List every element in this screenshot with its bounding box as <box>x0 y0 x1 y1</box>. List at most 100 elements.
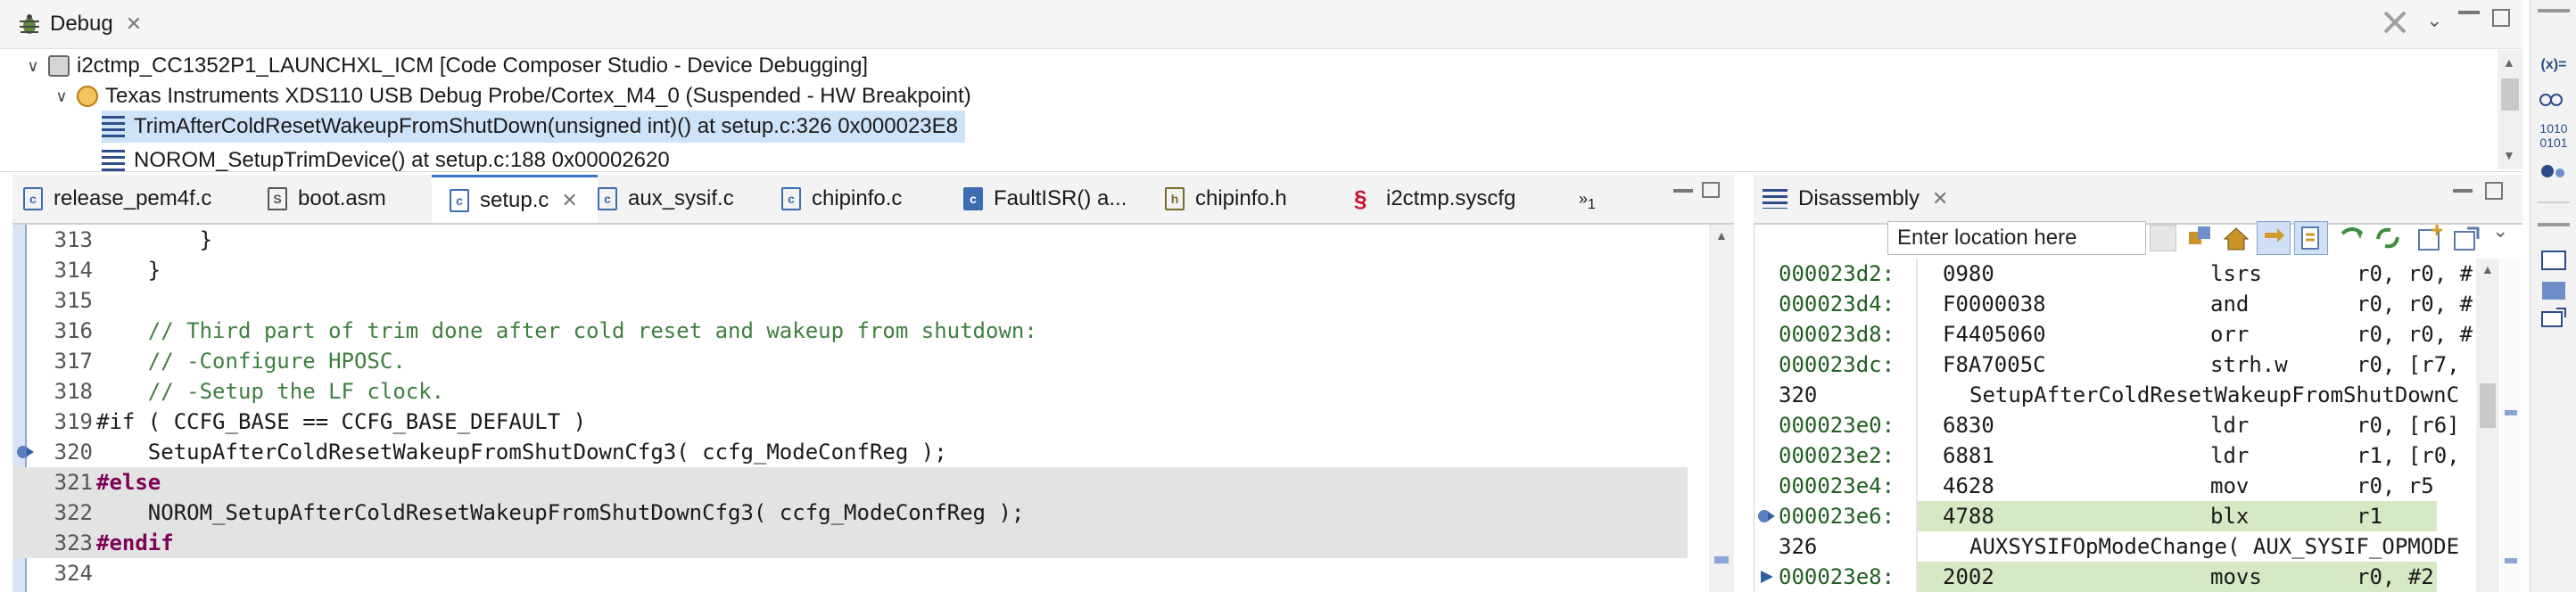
code-line[interactable]: 320 SetupAfterColdResetWakeupFromShutDow… <box>12 437 1688 467</box>
tab-label: release_pem4f.c <box>54 186 212 210</box>
tab-setup-c[interactable]: c setup.c ✕ <box>432 175 598 223</box>
sync-icon[interactable] <box>2257 221 2291 255</box>
chevron-double-right-icon: » <box>1579 189 1589 208</box>
breakpoint-icon[interactable] <box>1755 505 1779 528</box>
variables-view-button[interactable]: (x)= <box>2538 57 2570 73</box>
source-line[interactable]: 326 AUXSYSIFOpModeChange( AUX_SYSIF_OPMOD… <box>1779 531 2474 562</box>
terminate-remove-icon[interactable] <box>2380 7 2410 37</box>
more-tabs-button[interactable]: » 1 <box>1579 175 1596 223</box>
close-icon[interactable]: ✕ <box>561 189 577 212</box>
restore-icon[interactable] <box>1702 182 1720 198</box>
disassembly-line[interactable]: 000023e4: 4628 mov r0, r5 <box>1779 471 2474 501</box>
address: 000023d8: <box>1779 322 1895 347</box>
chevron-up-icon[interactable]: ▲ <box>1715 228 1728 243</box>
registers-view-button[interactable]: 1010 0101 <box>2538 121 2570 150</box>
code-line-inactive[interactable]: 323 #endif <box>12 528 1688 558</box>
chevron-up-icon[interactable]: ▲ <box>2481 262 2494 276</box>
tab-debug[interactable]: Debug ✕ <box>18 0 142 48</box>
problems-view-button[interactable] <box>2538 307 2570 333</box>
chevron-up-icon[interactable]: ▲ <box>2503 55 2515 70</box>
minimize-icon[interactable] <box>2538 9 2570 12</box>
code-line[interactable]: 316 // Third part of trim done after col… <box>12 316 1688 346</box>
disassembly-line[interactable]: 000023e0: 6830 ldr r0, [r6] <box>1779 410 2474 440</box>
tree-item-probe[interactable]: ∨ Texas Instruments XDS110 USB Debug Pro… <box>52 80 970 112</box>
scrollbar-thumb[interactable] <box>2501 78 2519 111</box>
code-line[interactable]: 318 // -Setup the LF clock. <box>12 376 1688 407</box>
source-line[interactable]: 320 SetupAfterColdResetWakeupFromShutDown… <box>1779 380 2474 410</box>
stack-frame-icon <box>102 116 125 137</box>
address: 000023e6: <box>1779 504 1895 529</box>
disassembly-line-breakpoint[interactable]: 000023e6: 4788 blx r1 <box>1779 501 2474 531</box>
tree-item-project[interactable]: ∨ i2ctmp_CC1352P1_LAUNCHXL_ICM [Code Com… <box>23 50 868 82</box>
mnemonic: ldr <box>2210 413 2250 438</box>
go-icon[interactable] <box>2150 225 2176 251</box>
close-icon[interactable]: ✕ <box>1932 187 1948 210</box>
scrollbar[interactable]: ▲ <box>2476 259 2499 592</box>
show-source-icon[interactable] <box>2294 221 2328 255</box>
link-icon[interactable] <box>2185 223 2216 253</box>
stack-frame-selected[interactable]: TrimAfterColdResetWakeupFromShutDown(uns… <box>102 111 965 143</box>
view-menu-icon[interactable]: ⌄ <box>2492 219 2508 243</box>
tab-release-pem4f[interactable]: c release_pem4f.c <box>23 175 211 223</box>
tab-i2ctmp-syscfg[interactable]: § i2ctmp.syscfg <box>1354 175 1515 223</box>
tab-aux-sysif[interactable]: c aux_sysif.c <box>598 175 734 223</box>
disassembly-line[interactable]: 000023dc: F8A7005C strh.w r0, [r7, <box>1779 349 2474 380</box>
code-line[interactable]: 324 <box>12 558 1688 588</box>
tab-chipinfo-h[interactable]: h chipinfo.h <box>1165 175 1287 223</box>
new-view-icon[interactable] <box>2415 223 2446 253</box>
memory-view-button[interactable] <box>2538 280 2570 306</box>
chevron-down-icon[interactable]: ▼ <box>2503 148 2515 162</box>
tab-chipinfo-c[interactable]: c chipinfo.c <box>781 175 902 223</box>
console-view-button[interactable] <box>2538 250 2570 275</box>
code-line[interactable]: 314 } <box>12 255 1688 285</box>
c-file-icon: c <box>450 188 469 212</box>
chevron-down-icon[interactable]: ∨ <box>52 87 71 106</box>
mnemonic: and <box>2210 292 2250 317</box>
maximize-icon[interactable] <box>2485 182 2503 200</box>
code-line-inactive[interactable]: 322 NOROM_SetupAfterColdResetWakeupFromS… <box>12 497 1688 528</box>
minimize-icon[interactable] <box>2453 189 2473 193</box>
minimize-icon[interactable] <box>2458 11 2480 14</box>
tab-boot-asm[interactable]: S boot.asm <box>268 175 386 223</box>
maximize-icon[interactable] <box>2492 9 2510 27</box>
disassembly-line[interactable]: 000023d8: F4405060 orr r0, r0, # <box>1779 319 2474 349</box>
tab-disassembly[interactable]: Disassembly ✕ <box>1763 175 1948 223</box>
tab-faultisr[interactable]: c FaultISR() a... <box>963 175 1127 223</box>
code-line[interactable]: 317 // -Configure HPOSC. <box>12 346 1688 376</box>
view-menu-icon[interactable]: ⌄ <box>2426 9 2453 36</box>
chevron-down-icon[interactable]: ∨ <box>23 57 43 76</box>
minimize-icon[interactable] <box>1673 189 1693 193</box>
code-line[interactable]: 319 #if ( CCFG_BASE == CCFG_BASE_DEFAULT … <box>12 407 1688 437</box>
source-line-number: 326 <box>1779 534 1818 559</box>
disassembly-line-current[interactable]: 000023e8: 2002 movs r0, #2 <box>1779 562 2474 592</box>
tab-label: boot.asm <box>298 186 386 210</box>
disassembly-line[interactable]: 000023d2: 0980 lsrs r0, r0, # <box>1779 259 2474 289</box>
code-text: #if ( CCFG_BASE == CCFG_BASE_DEFAULT ) <box>96 409 587 434</box>
line-number: 322 <box>54 500 93 525</box>
address: 000023e2: <box>1779 443 1895 468</box>
disassembly-line[interactable]: 000023e2: 6881 ldr r1, [r0, <box>1779 440 2474 471</box>
breakpoints-view-button[interactable] <box>2538 89 2570 115</box>
scrollbar[interactable]: ▲ <box>1709 225 1734 592</box>
breakpoint-icon[interactable] <box>14 440 37 464</box>
location-input[interactable]: Enter location here <box>1887 221 2146 255</box>
code-line[interactable]: 313 } <box>12 225 1688 255</box>
stack-frame[interactable]: NOROM_SetupTrimDevice() at setup.c:188 0… <box>102 144 670 171</box>
disassembly-line[interactable]: 000023d4: F0000038 and r0, r0, # <box>1779 289 2474 319</box>
line-number: 320 <box>54 440 93 465</box>
code-line-inactive[interactable]: 321 #else <box>12 467 1688 497</box>
minimize-icon[interactable] <box>2538 223 2570 226</box>
code-line[interactable]: 315 <box>12 285 1688 316</box>
c-file-icon: c <box>598 187 617 210</box>
refresh-icon[interactable] <box>2373 223 2403 253</box>
pin-icon[interactable] <box>2451 223 2481 253</box>
editor-tabbar: c release_pem4f.c S boot.asm c setup.c ✕… <box>12 175 1734 225</box>
step-into-icon[interactable] <box>2337 223 2367 253</box>
scrollbar-thumb[interactable] <box>2480 383 2496 428</box>
close-icon[interactable]: ✕ <box>126 12 142 36</box>
expressions-view-button[interactable] <box>2538 160 2570 186</box>
scrollbar[interactable]: ▲ ▼ <box>2498 50 2522 169</box>
line-number: 314 <box>54 258 93 283</box>
home-icon[interactable] <box>2221 223 2251 253</box>
mnemonic: lsrs <box>2210 261 2262 286</box>
